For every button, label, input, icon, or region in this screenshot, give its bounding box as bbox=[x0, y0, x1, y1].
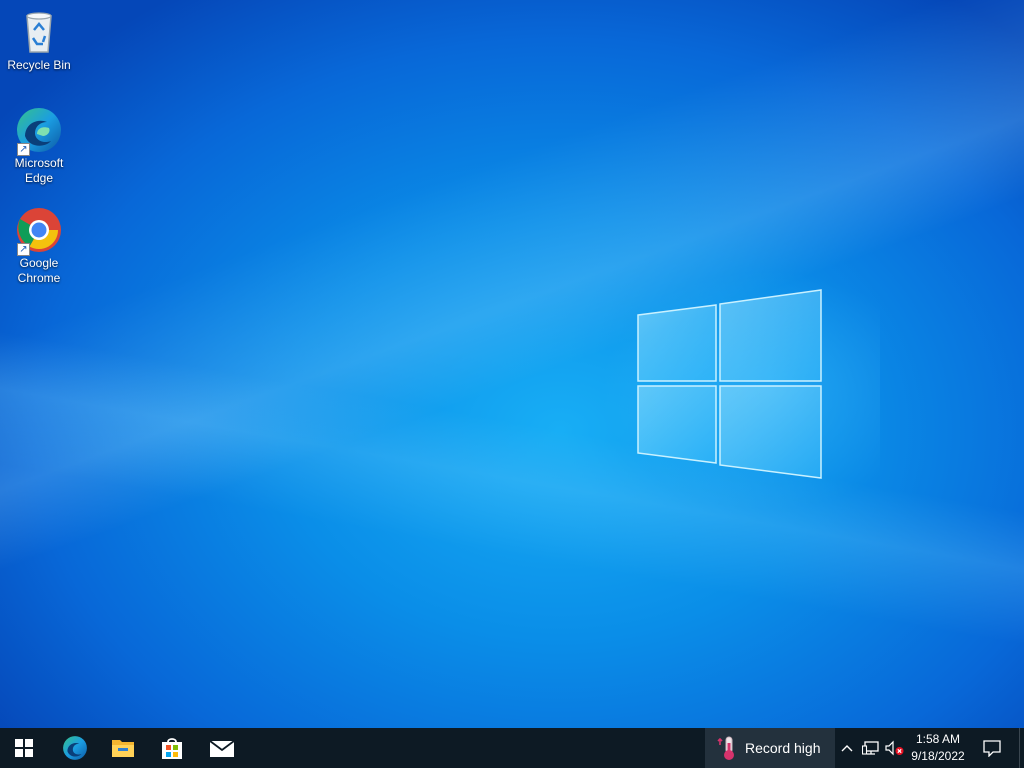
action-center-icon bbox=[983, 739, 1001, 757]
taskbar-mail-button[interactable] bbox=[198, 728, 246, 768]
clock[interactable]: 1:58 AM 9/18/2022 bbox=[905, 731, 971, 765]
start-button[interactable] bbox=[0, 728, 48, 768]
desktop-icon-label: Recycle Bin bbox=[7, 58, 71, 72]
volume-button[interactable] bbox=[884, 728, 906, 768]
edge-icon: ↗ bbox=[15, 106, 63, 156]
taskbar: Record high 1:58 AM 9/18/2022 bbox=[0, 728, 1024, 768]
desktop-icon-label: Google Chrome bbox=[17, 256, 61, 285]
volume-muted-icon bbox=[885, 740, 904, 756]
action-center-button[interactable] bbox=[978, 728, 1006, 768]
desktop-icon-recycle-bin[interactable]: Recycle Bin bbox=[2, 8, 76, 73]
weather-widget[interactable]: Record high bbox=[705, 728, 835, 768]
thermometer-icon bbox=[717, 736, 734, 760]
mail-icon bbox=[209, 740, 235, 757]
desktop-icon-label: Microsoft Edge bbox=[14, 156, 64, 185]
taskbar-edge-button[interactable] bbox=[51, 728, 99, 768]
network-icon bbox=[862, 741, 879, 755]
network-button[interactable] bbox=[859, 728, 883, 768]
chevron-up-icon bbox=[841, 745, 853, 752]
shortcut-arrow-icon: ↗ bbox=[17, 143, 30, 156]
taskbar-store-button[interactable] bbox=[148, 728, 196, 768]
weather-label: Record high bbox=[745, 740, 821, 756]
windows-wallpaper-logo bbox=[637, 289, 822, 479]
taskbar-file-explorer-button[interactable] bbox=[99, 728, 147, 768]
shortcut-arrow-icon: ↗ bbox=[17, 243, 30, 256]
show-hidden-icons-button[interactable] bbox=[838, 728, 856, 768]
show-desktop-button[interactable] bbox=[1019, 728, 1024, 768]
clock-date: 9/18/2022 bbox=[911, 749, 965, 763]
store-icon bbox=[162, 738, 182, 759]
windows-start-icon bbox=[15, 739, 33, 757]
clock-time: 1:58 AM bbox=[915, 732, 961, 746]
chrome-icon: ↗ bbox=[15, 206, 63, 256]
folder-icon bbox=[112, 740, 134, 757]
recycle-bin-icon bbox=[15, 8, 63, 56]
edge-icon bbox=[63, 736, 87, 760]
desktop-icon-microsoft-edge[interactable]: ↗ Microsoft Edge bbox=[2, 106, 76, 186]
desktop-icon-google-chrome[interactable]: ↗ Google Chrome bbox=[2, 206, 76, 286]
